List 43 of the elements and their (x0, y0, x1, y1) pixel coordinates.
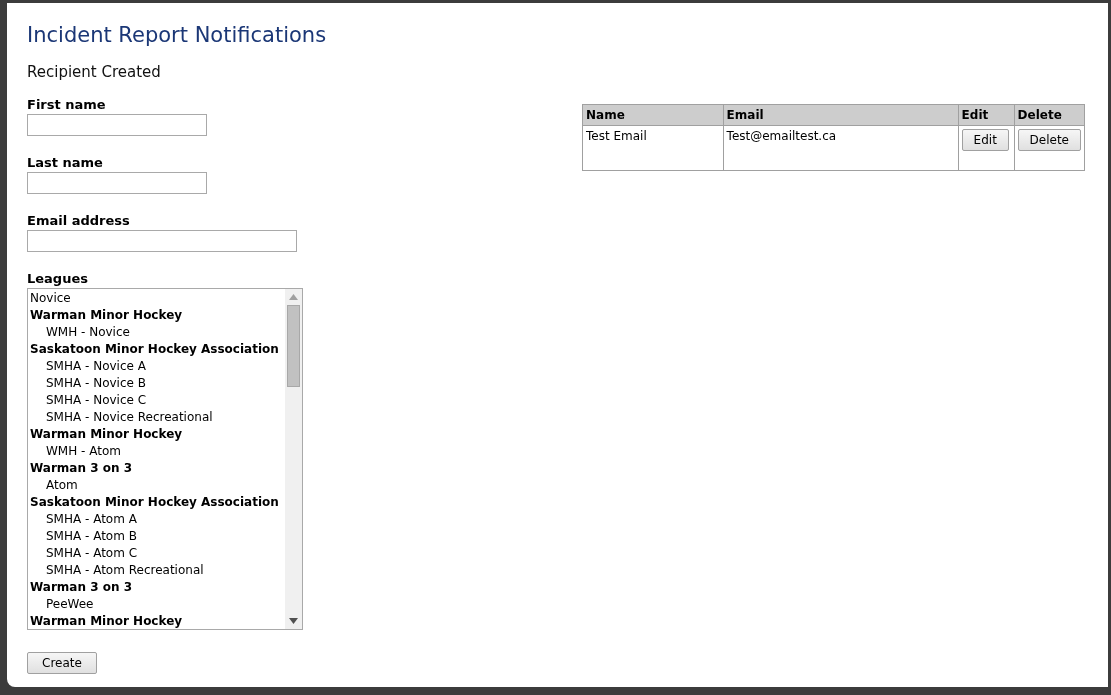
list-option[interactable]: SMHA - Novice A (30, 358, 285, 375)
list-option[interactable]: PeeWee (30, 596, 285, 613)
delete-button[interactable]: Delete (1017, 129, 1081, 151)
create-button[interactable]: Create (27, 652, 97, 674)
list-option[interactable]: SMHA - Novice Recreational (30, 409, 285, 426)
scrollbar[interactable] (285, 289, 302, 629)
field-label: Email address (27, 213, 131, 229)
list-option[interactable]: SMHA - Atom B (30, 528, 285, 545)
column-header: Email (723, 104, 959, 126)
field-label: Last name (27, 155, 104, 171)
list-option[interactable]: SMHA - Atom C (30, 545, 285, 562)
input-field[interactable] (27, 230, 297, 252)
column-header: Edit (958, 104, 1015, 126)
list-option[interactable]: SMHA - Atom A (30, 511, 285, 528)
page-title: Incident Report Notifications (27, 22, 328, 49)
status-message: Recipient Created (27, 63, 162, 81)
list-option[interactable]: SMHA - Novice B (30, 375, 285, 392)
list-option[interactable]: SMHA - Novice C (30, 392, 285, 409)
field-label: First name (27, 97, 107, 113)
scroll-up-icon[interactable] (289, 294, 298, 300)
list-group-label: Saskatoon Minor Hockey Association (30, 494, 280, 511)
list-option[interactable]: Atom (30, 477, 285, 494)
list-group-label: Warman 3 on 3 (30, 460, 133, 477)
list-option[interactable]: WMH - Atom (30, 443, 285, 460)
list-group-label: Warman Minor Hockey (30, 613, 184, 629)
table-cell: Test@emailtest.ca (723, 125, 959, 171)
table-cell: Test Email (582, 125, 724, 171)
column-header: Delete (1014, 104, 1085, 126)
list-group-label: Warman 3 on 3 (30, 579, 133, 596)
list-group-label: Warman Minor Hockey (30, 426, 184, 443)
leagues-listbox[interactable] (27, 288, 303, 630)
scroll-down-icon[interactable] (289, 618, 298, 624)
input-field[interactable] (27, 114, 207, 136)
column-header: Name (582, 104, 724, 126)
input-field[interactable] (27, 172, 207, 194)
list-group-label: Saskatoon Minor Hockey Association (30, 341, 280, 358)
edit-button[interactable]: Edit (961, 129, 1009, 151)
list-option[interactable]: SMHA - Atom Recreational (30, 562, 285, 579)
list-option[interactable]: Novice (30, 290, 285, 307)
list-group-label: Warman Minor Hockey (30, 307, 184, 324)
list-option[interactable]: WMH - Novice (30, 324, 285, 341)
scrollbar-thumb[interactable] (287, 305, 300, 387)
field-label: Leagues (27, 271, 89, 287)
